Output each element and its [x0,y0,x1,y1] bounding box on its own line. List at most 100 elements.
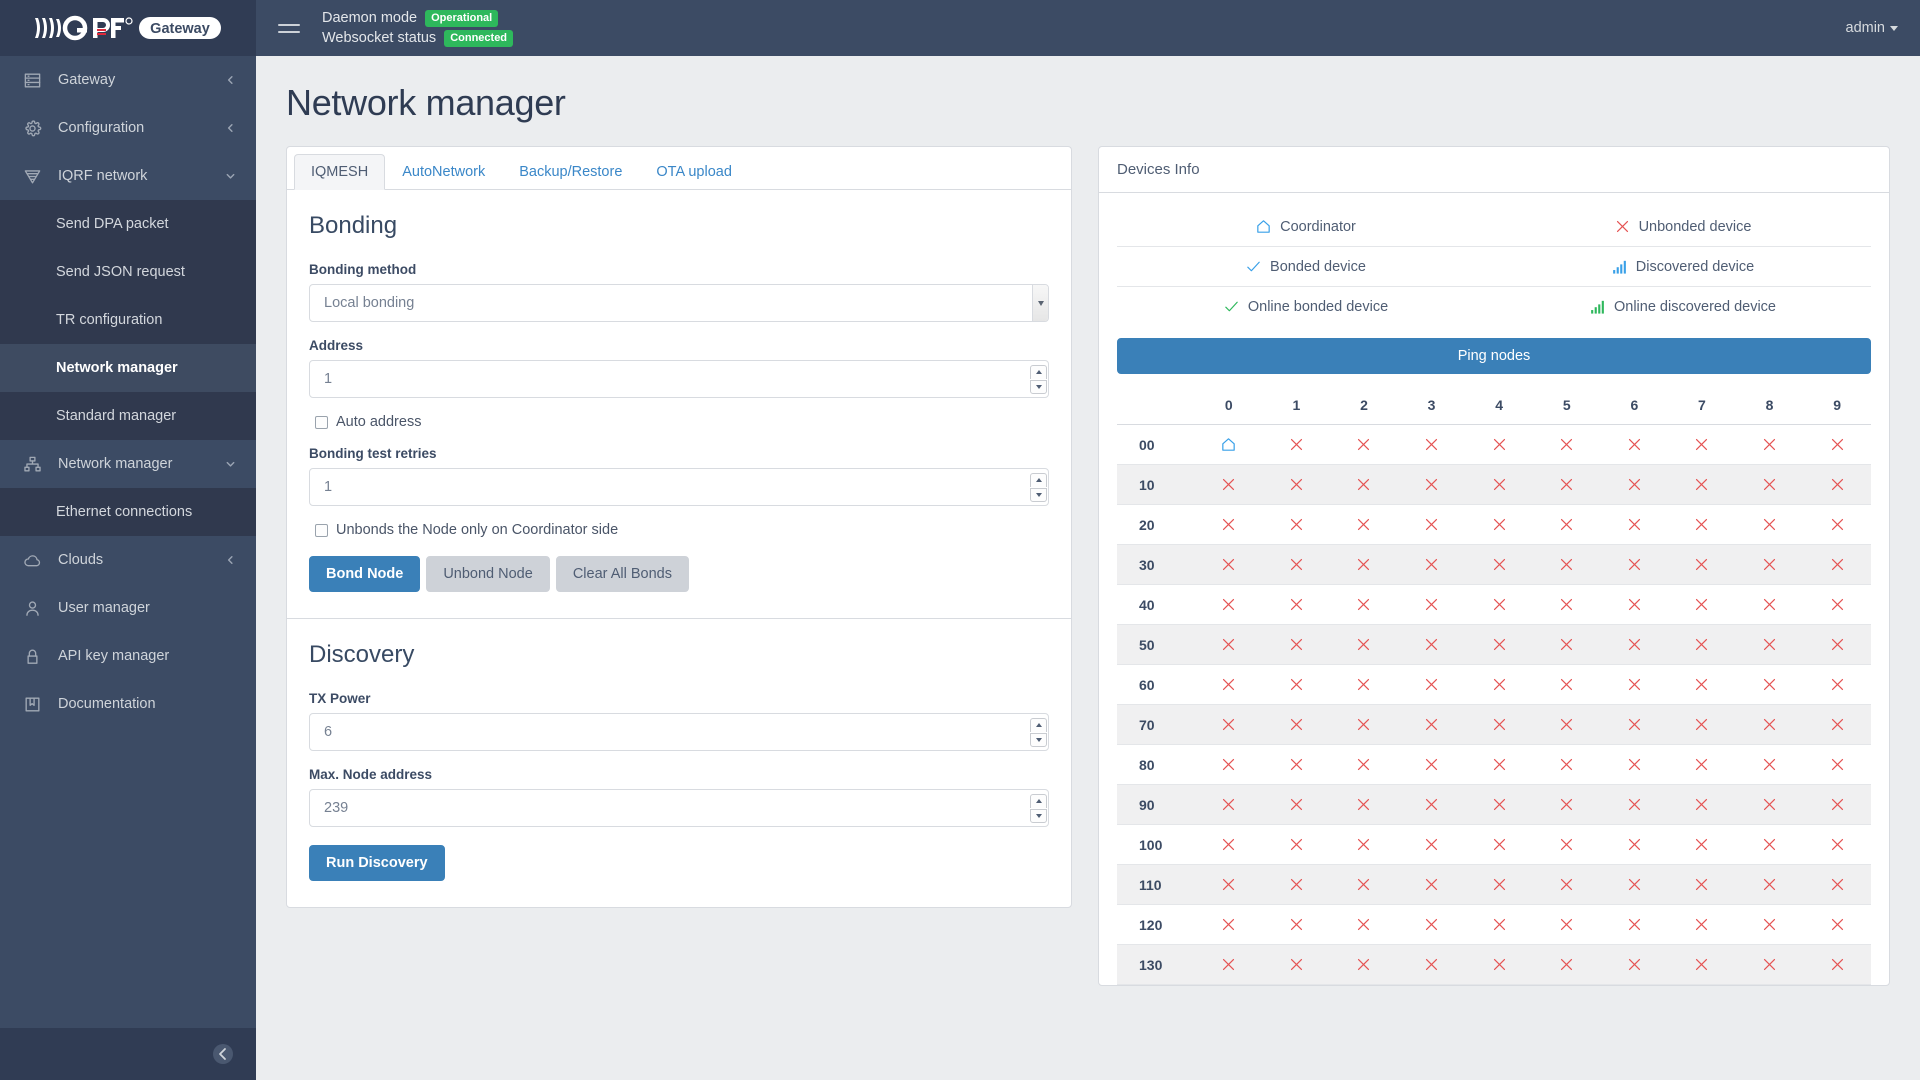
sidebar-toggle-button[interactable] [278,19,300,38]
node-cell[interactable] [1262,704,1331,745]
tab-autonetwork[interactable]: AutoNetwork [385,154,502,190]
node-cell[interactable] [1195,944,1263,985]
node-cell[interactable] [1262,464,1331,505]
node-cell[interactable] [1532,464,1601,505]
node-cell[interactable] [1532,744,1601,785]
node-cell[interactable] [1532,424,1601,465]
node-cell[interactable] [1735,784,1804,825]
run-discovery-button[interactable]: Run Discovery [309,845,445,881]
node-cell[interactable] [1397,904,1466,945]
user-menu-button[interactable]: admin [1846,20,1898,36]
select-arrow-icon[interactable] [1032,285,1048,321]
node-cell[interactable] [1735,424,1804,465]
sidebar-collapse-toggle[interactable] [0,1028,256,1080]
node-cell[interactable] [1735,944,1804,985]
stepper-down-icon[interactable] [1030,732,1047,747]
node-cell[interactable] [1330,784,1398,825]
node-cell[interactable] [1600,904,1669,945]
tx-power-stepper[interactable] [1030,716,1047,748]
node-cell[interactable] [1262,584,1331,625]
sidebar-item-network-manager[interactable]: Network manager [0,344,256,392]
node-cell[interactable] [1735,464,1804,505]
node-cell[interactable] [1330,544,1398,585]
node-cell[interactable] [1262,504,1331,545]
max-node-address-input[interactable] [309,789,1049,827]
ping-nodes-button[interactable]: Ping nodes [1117,338,1871,374]
node-cell[interactable] [1600,424,1669,465]
node-cell[interactable] [1735,704,1804,745]
clear-all-bonds-button[interactable]: Clear All Bonds [555,556,689,592]
node-cell[interactable] [1803,664,1871,705]
node-cell[interactable] [1735,504,1804,545]
node-cell[interactable] [1735,584,1804,625]
node-cell[interactable] [1262,544,1331,585]
node-cell[interactable] [1803,584,1871,625]
node-cell[interactable] [1532,664,1601,705]
node-cell[interactable] [1330,744,1398,785]
node-cell[interactable] [1397,744,1466,785]
node-cell[interactable] [1532,704,1601,745]
node-cell[interactable] [1330,704,1398,745]
sidebar-item-tr-configuration[interactable]: TR configuration [0,296,256,344]
node-cell[interactable] [1330,424,1398,465]
node-cell[interactable] [1668,504,1736,545]
stepper-down-icon[interactable] [1030,808,1047,823]
node-cell[interactable] [1195,824,1263,865]
node-cell[interactable] [1735,664,1804,705]
node-cell[interactable] [1195,584,1263,625]
unbond-node-button[interactable]: Unbond Node [426,556,550,592]
sidebar-item-user-manager[interactable]: User manager [0,584,256,632]
sidebar-item-gateway[interactable]: Gateway [0,56,256,104]
node-cell[interactable] [1668,704,1736,745]
node-cell[interactable] [1195,624,1263,665]
node-cell[interactable] [1195,464,1263,505]
node-cell[interactable] [1668,464,1736,505]
node-cell[interactable] [1465,424,1533,465]
node-cell[interactable] [1532,944,1601,985]
node-cell[interactable] [1397,544,1466,585]
node-cell[interactable] [1532,544,1601,585]
bond-node-button[interactable]: Bond Node [309,556,421,592]
node-cell[interactable] [1532,504,1601,545]
node-cell[interactable] [1195,704,1263,745]
node-cell[interactable] [1262,864,1331,905]
node-cell[interactable] [1668,664,1736,705]
sidebar-item-network-manager[interactable]: Network manager [0,440,256,488]
sidebar-item-standard-manager[interactable]: Standard manager [0,392,256,440]
node-cell[interactable] [1195,504,1263,545]
node-cell[interactable] [1397,824,1466,865]
auto-address-row[interactable]: Auto address [315,414,1049,430]
node-cell[interactable] [1735,544,1804,585]
node-cell[interactable] [1803,824,1871,865]
node-cell[interactable] [1465,504,1533,545]
bonding-method-select[interactable] [309,284,1049,322]
node-cell[interactable] [1803,944,1871,985]
node-cell[interactable] [1803,424,1871,465]
stepper-up-icon[interactable] [1030,717,1047,732]
stepper-up-icon[interactable] [1030,472,1047,487]
sidebar-item-send-json-request[interactable]: Send JSON request [0,248,256,296]
node-cell[interactable] [1330,864,1398,905]
node-cell[interactable] [1262,664,1331,705]
node-cell[interactable] [1803,464,1871,505]
node-cell[interactable] [1803,704,1871,745]
node-cell[interactable] [1397,624,1466,665]
node-cell[interactable] [1735,824,1804,865]
node-cell[interactable] [1262,784,1331,825]
node-cell[interactable] [1465,584,1533,625]
node-cell[interactable] [1330,624,1398,665]
node-cell[interactable] [1262,744,1331,785]
node-cell[interactable] [1532,904,1601,945]
node-cell[interactable] [1397,704,1466,745]
node-cell[interactable] [1600,864,1669,905]
node-cell[interactable] [1532,584,1601,625]
node-cell[interactable] [1668,904,1736,945]
node-cell[interactable] [1195,744,1263,785]
node-cell[interactable] [1195,864,1263,905]
sidebar-item-documentation[interactable]: Documentation [0,680,256,728]
node-cell[interactable] [1262,824,1331,865]
node-cell[interactable] [1262,944,1331,985]
node-cell[interactable] [1735,744,1804,785]
auto-address-checkbox[interactable] [315,415,328,429]
node-cell[interactable] [1668,744,1736,785]
